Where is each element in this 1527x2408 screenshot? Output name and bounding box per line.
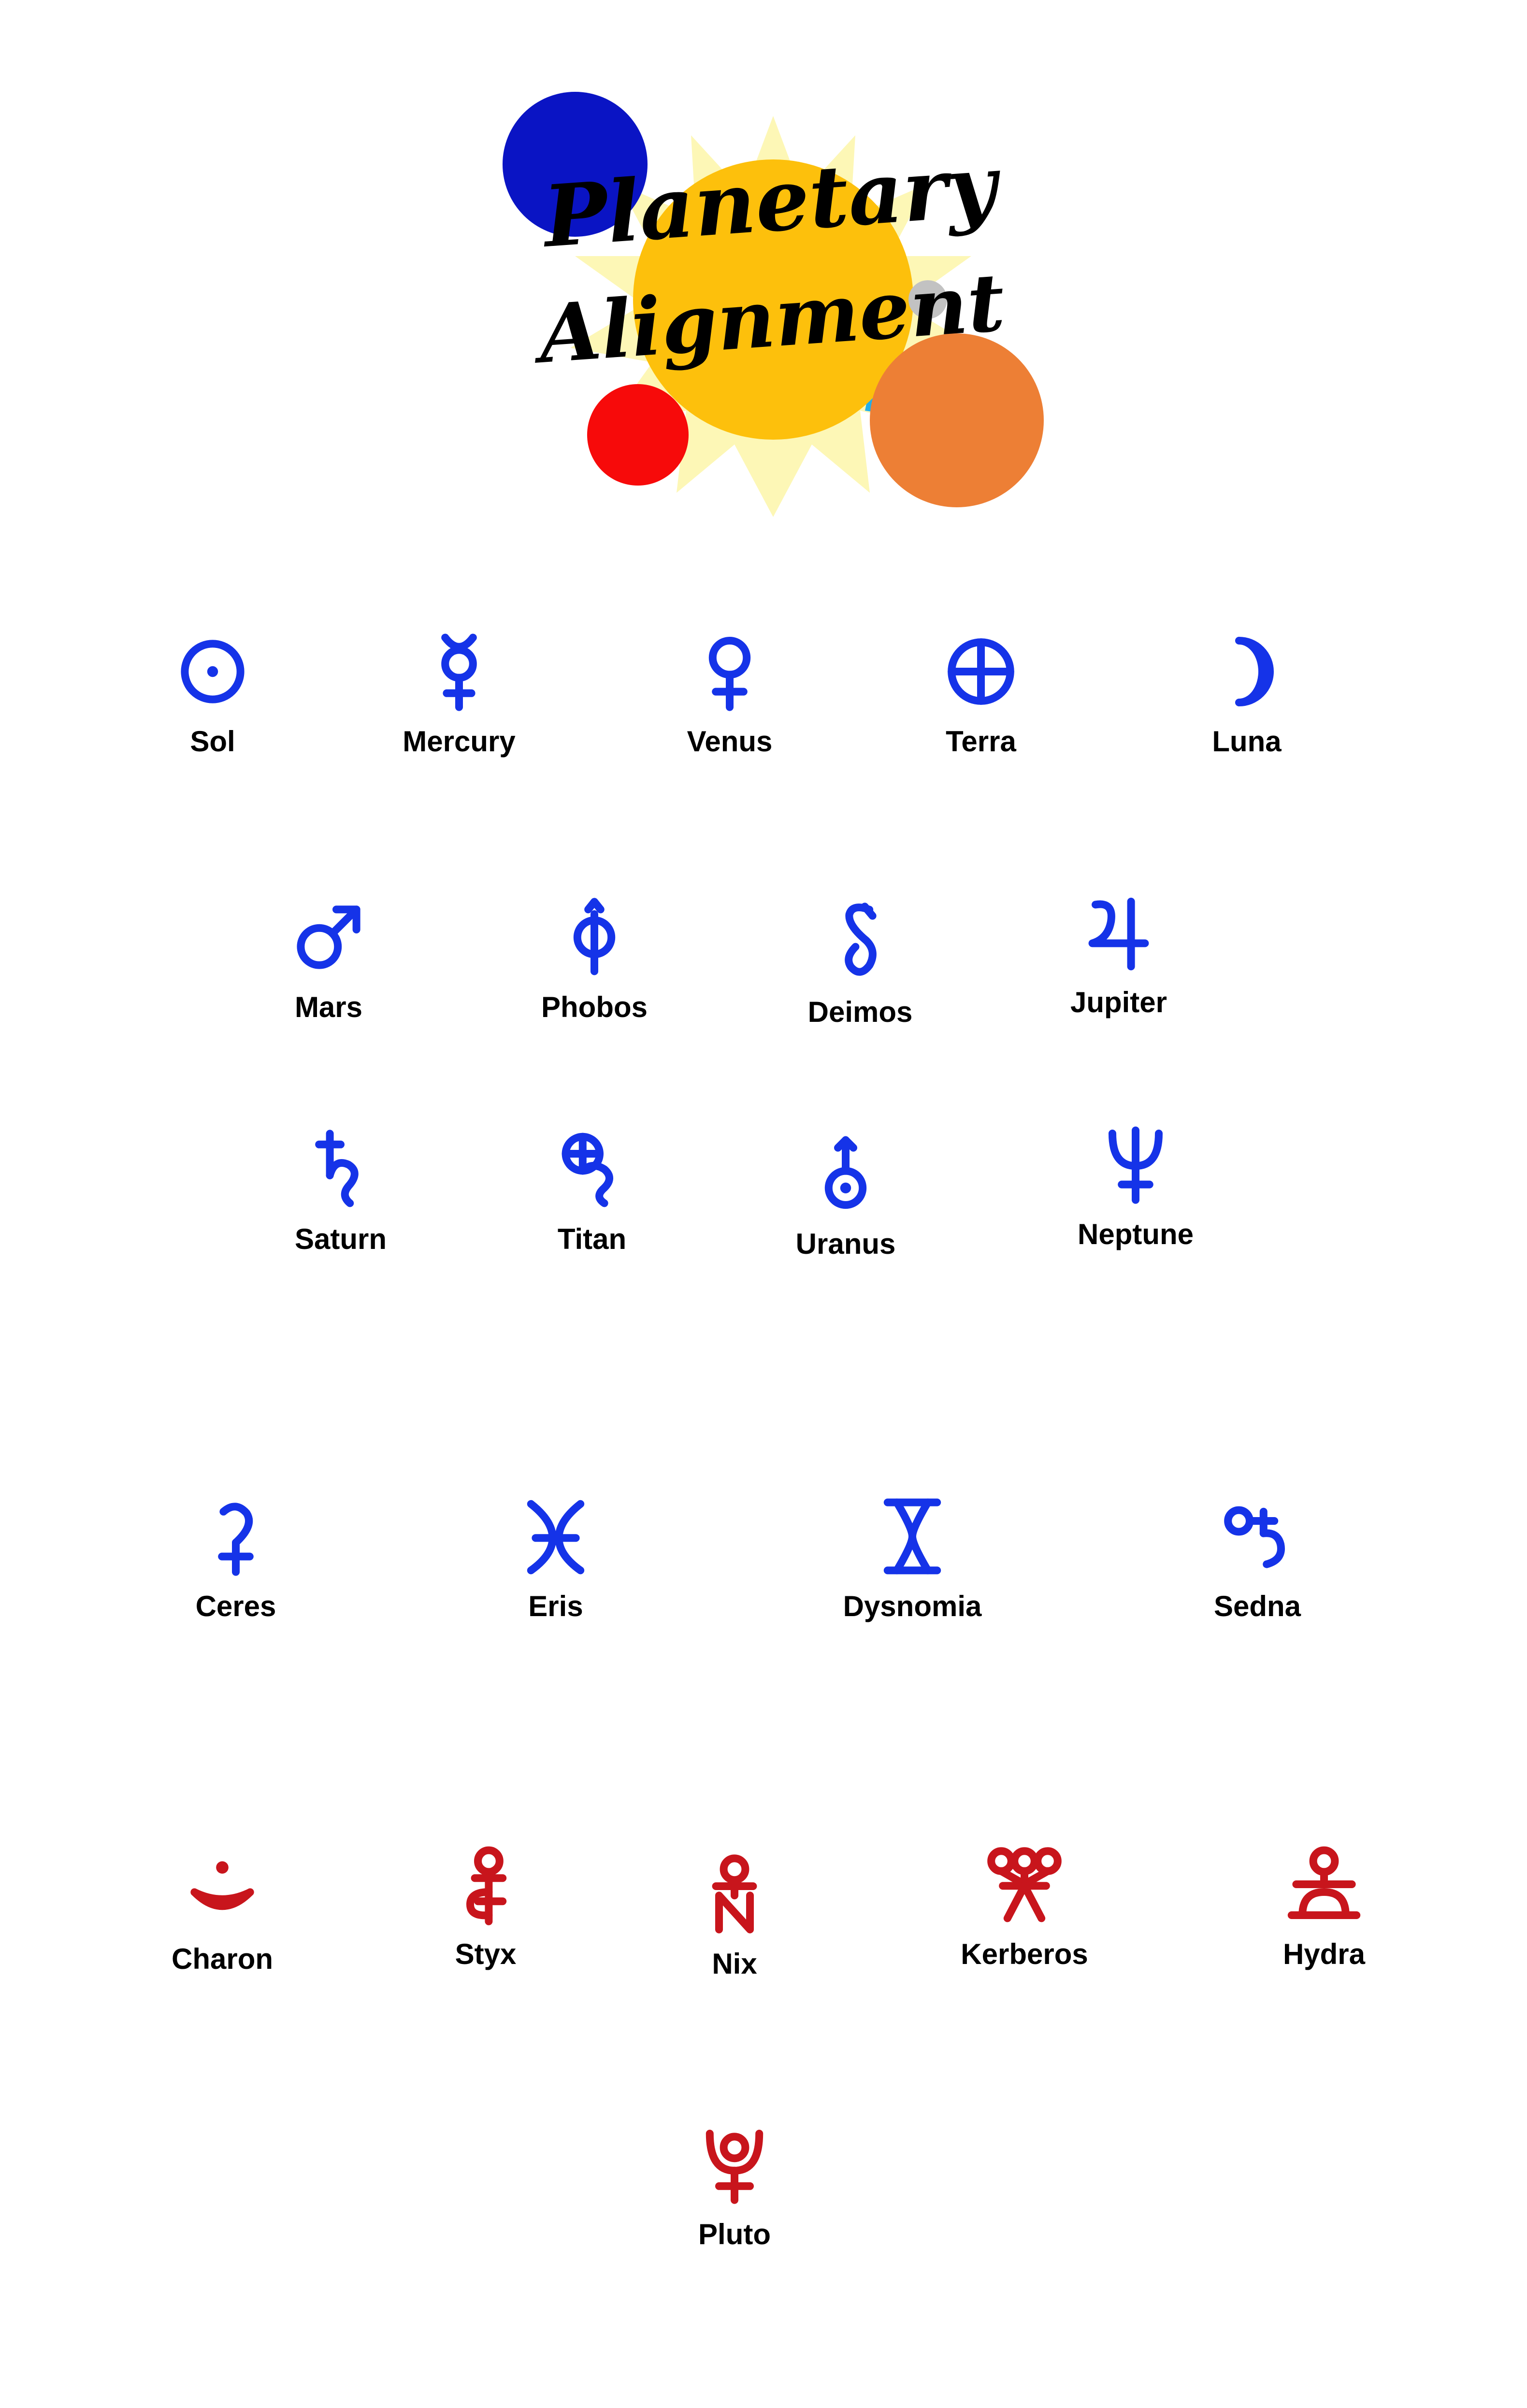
symbol-venus: Venus xyxy=(594,633,865,778)
mercury-icon xyxy=(420,633,498,711)
sol-label: Sol xyxy=(190,725,235,758)
mars-icon xyxy=(290,899,367,976)
eris-label: Eris xyxy=(528,1590,583,1622)
uranus-label: Uranus xyxy=(795,1228,896,1260)
hydra-label: Hydra xyxy=(1282,1938,1366,1970)
terra-label: Terra xyxy=(946,725,1016,758)
styx-label: Styx xyxy=(455,1938,517,1970)
pluto-icon xyxy=(696,2126,773,2204)
ceres-label: Ceres xyxy=(195,1590,276,1622)
mercury-label: Mercury xyxy=(403,725,516,758)
charon-icon xyxy=(184,1850,261,1928)
dysnomia-label: Dysnomia xyxy=(843,1590,982,1622)
hydra-icon xyxy=(1285,1846,1363,1923)
symbol-sedna: Sedna xyxy=(1122,1498,1393,1643)
sedna-label: Sedna xyxy=(1213,1590,1301,1622)
luna-icon xyxy=(1208,633,1285,710)
luna-label: Luna xyxy=(1212,725,1282,758)
symbol-mercury: Mercury xyxy=(324,633,594,778)
pluto-label: Pluto xyxy=(698,2218,771,2250)
nix-label: Nix xyxy=(712,1948,757,1980)
symbol-uranus: Uranus xyxy=(710,1135,981,1280)
symbol-pluto: Pluto xyxy=(599,2126,870,2271)
planetary-alignment-logo: Planetary Alignment xyxy=(435,77,1063,536)
symbol-titan: Titan xyxy=(457,1131,727,1276)
phobos-label: Phobos xyxy=(541,991,648,1023)
jupiter-icon xyxy=(1080,894,1157,971)
symbol-neptune: Neptune xyxy=(1000,1126,1271,1271)
styx-icon xyxy=(447,1846,524,1925)
titan-icon xyxy=(553,1131,631,1208)
symbol-deimos: Deimos xyxy=(725,903,995,1048)
symbol-charon: Charon xyxy=(87,1850,358,1995)
neptune-icon xyxy=(1097,1126,1174,1204)
charon-label: Charon xyxy=(172,1943,273,1975)
symbol-sol: Sol xyxy=(77,633,348,778)
symbol-ceres: Ceres xyxy=(101,1498,371,1643)
symbol-nix: Nix xyxy=(599,1854,870,2000)
symbol-phobos: Phobos xyxy=(459,898,730,1044)
phobos-icon xyxy=(556,898,633,976)
symbol-hydra: Hydra xyxy=(1189,1846,1459,1991)
saturn-icon xyxy=(302,1130,379,1208)
nix-icon xyxy=(696,1854,773,1934)
dysnomia-icon xyxy=(874,1498,951,1575)
symbol-dysnomia: Dysnomia xyxy=(777,1498,1048,1643)
sedna-icon xyxy=(1219,1498,1296,1575)
titan-label: Titan xyxy=(557,1223,627,1255)
symbol-kerberos: Kerberos xyxy=(889,1846,1160,1991)
uranus-icon xyxy=(807,1135,884,1213)
symbol-terra: Terra xyxy=(846,633,1116,778)
ceres-icon xyxy=(197,1498,274,1576)
sol-icon xyxy=(174,633,251,710)
deimos-icon xyxy=(821,903,899,981)
symbol-luna: Luna xyxy=(1111,633,1382,778)
symbol-saturn: Saturn xyxy=(205,1130,476,1276)
symbol-chart: Planetary Alignment Sol Mercury Venus Te… xyxy=(0,0,1527,2408)
jupiter-label: Jupiter xyxy=(1070,986,1167,1018)
terra-icon xyxy=(942,633,1020,710)
symbol-styx: Styx xyxy=(350,1846,621,1991)
saturn-label: Saturn xyxy=(294,1223,387,1255)
logo-artwork: Planetary Alignment xyxy=(503,92,1044,517)
red-planet xyxy=(587,384,689,486)
neptune-label: Neptune xyxy=(1078,1218,1194,1250)
venus-icon xyxy=(691,633,768,711)
mars-label: Mars xyxy=(294,991,363,1023)
symbol-jupiter: Jupiter xyxy=(983,894,1254,1039)
kerberos-label: Kerberos xyxy=(961,1938,1088,1970)
kerberos-icon xyxy=(986,1846,1063,1923)
deimos-label: Deimos xyxy=(807,996,913,1028)
orange-planet xyxy=(870,333,1044,507)
venus-label: Venus xyxy=(687,725,773,758)
eris-icon xyxy=(517,1498,594,1575)
symbol-mars: Mars xyxy=(193,899,464,1044)
symbol-eris: Eris xyxy=(420,1498,691,1643)
